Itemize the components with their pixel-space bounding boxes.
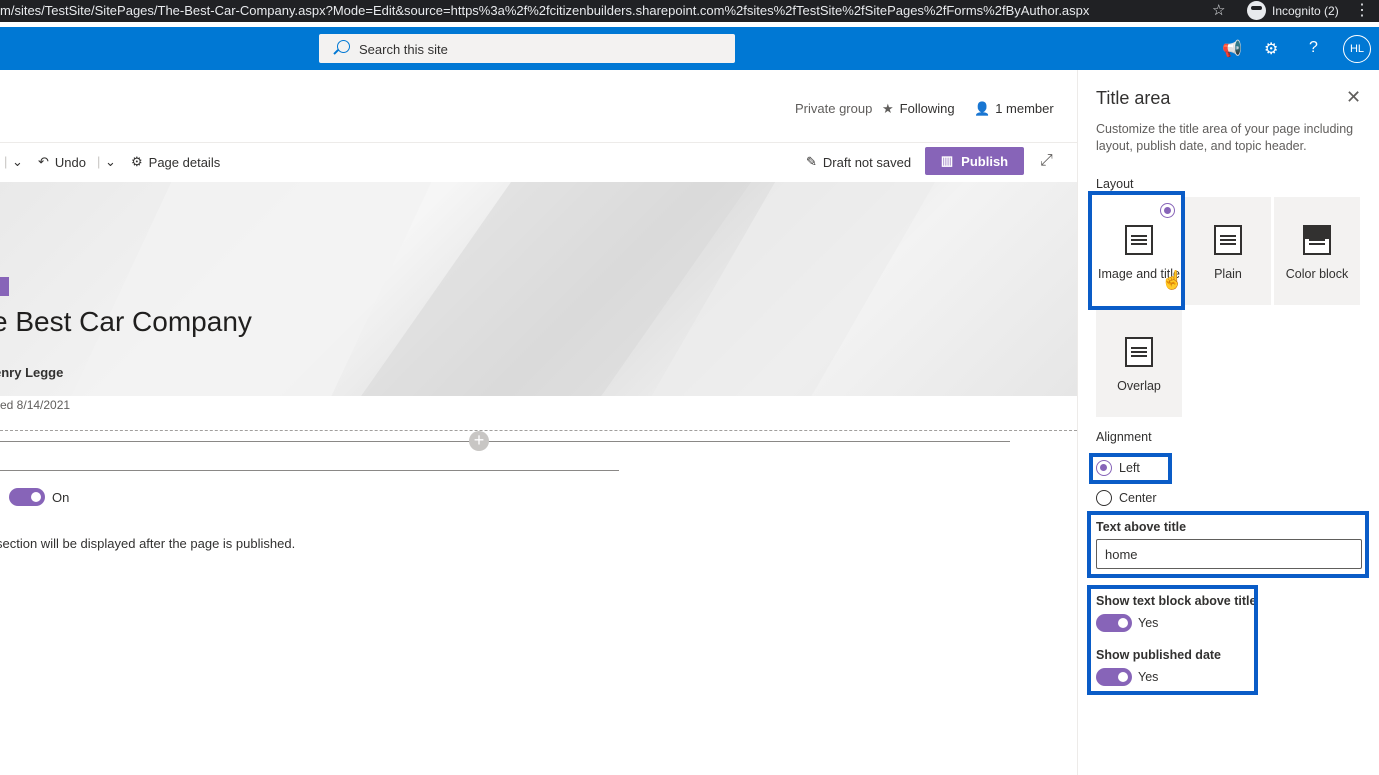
mouse-cursor-icon: ☝ xyxy=(1161,270,1184,290)
undo-label: Undo xyxy=(54,154,86,170)
panel-title: Title area xyxy=(1096,88,1171,108)
close-icon[interactable]: ✕ xyxy=(1346,87,1361,108)
highlight-box xyxy=(1089,453,1172,484)
group-type-label: Private group xyxy=(795,101,873,116)
highlight-box xyxy=(1087,585,1258,695)
page-title[interactable]: e Best Car Company xyxy=(0,306,252,338)
book-icon: ▥ xyxy=(940,153,954,168)
separator: | xyxy=(4,154,8,169)
gear-icon: ⚙ xyxy=(131,154,143,169)
alignment-label: Alignment xyxy=(1096,430,1152,444)
undo-icon: ↶ xyxy=(38,154,49,169)
page-details-button[interactable]: ⚙ Page details xyxy=(131,154,220,170)
undo-button[interactable]: ↶ Undo xyxy=(38,154,86,170)
layout-color-block-icon xyxy=(1303,225,1331,255)
page-details-label: Page details xyxy=(148,154,221,170)
author-name: enry Legge xyxy=(0,365,64,380)
megaphone-icon[interactable]: 📢 xyxy=(1222,39,1242,59)
topic-header-tag[interactable] xyxy=(0,277,9,296)
layout-overlap[interactable]: Overlap xyxy=(1096,309,1182,417)
search-placeholder: Search this site xyxy=(359,42,448,57)
highlight-box xyxy=(1087,511,1369,578)
layout-tile-label: Plain xyxy=(1214,267,1242,281)
chevron-down-icon[interactable]: ⌄ xyxy=(12,154,23,170)
layout-tile-label: Overlap xyxy=(1117,379,1161,393)
bookmark-star-icon[interactable]: ☆ xyxy=(1212,1,1225,19)
expand-icon[interactable]: ⤢ xyxy=(1040,152,1053,170)
publish-label: Publish xyxy=(961,153,1009,169)
gear-icon[interactable]: ⚙ xyxy=(1264,39,1278,59)
person-icon: 👤 xyxy=(974,101,991,116)
highlight-box xyxy=(1088,191,1185,310)
members-label: 1 member xyxy=(995,101,1054,116)
panel-description: Customize the title area of your page in… xyxy=(1096,122,1354,153)
layout-plain-icon xyxy=(1214,225,1242,255)
divider xyxy=(0,470,619,471)
layout-overlap-icon xyxy=(1125,337,1153,367)
add-section-button[interactable]: + xyxy=(469,431,489,451)
layout-color-block[interactable]: Color block xyxy=(1274,197,1360,305)
suite-bar: Search this site 📢 ⚙ ? HL xyxy=(0,27,1379,70)
comments-toggle[interactable] xyxy=(9,488,45,506)
publish-button[interactable]: ▥ Publish xyxy=(925,147,1024,175)
layout-tile-label: Color block xyxy=(1285,267,1349,281)
pencil-icon: ✎ xyxy=(806,154,817,169)
incognito-icon xyxy=(1247,1,1266,20)
incognito-label: Incognito (2) xyxy=(1272,3,1339,18)
divider xyxy=(0,441,1010,442)
saved-date: ved 8/14/2021 xyxy=(0,398,71,412)
search-box[interactable]: Search this site xyxy=(319,34,735,63)
section-note: section will be displayed after the page… xyxy=(0,536,296,551)
star-icon: ★ xyxy=(882,101,894,116)
help-icon[interactable]: ? xyxy=(1309,39,1318,57)
members-button[interactable]: 👤 1 member xyxy=(974,101,1054,117)
browser-menu-icon[interactable]: ⋮ xyxy=(1354,0,1370,20)
following-button[interactable]: ★ Following xyxy=(882,101,955,117)
url-text[interactable]: m/sites/TestSite/SitePages/The-Best-Car-… xyxy=(0,3,1089,18)
command-bar: | ⌄ ↶ Undo | ⌄ ⚙ Page details ✎ Draft no… xyxy=(0,142,1077,182)
alignment-center-radio[interactable] xyxy=(1096,490,1112,506)
hero-image[interactable] xyxy=(0,182,1077,396)
layout-plain[interactable]: Plain xyxy=(1185,197,1271,305)
section-boundary xyxy=(0,430,1077,431)
undo-dropdown-chevron-icon[interactable]: ⌄ xyxy=(105,154,116,170)
avatar[interactable]: HL xyxy=(1343,35,1371,63)
draft-status-label: Draft not saved xyxy=(822,154,912,170)
separator: | xyxy=(97,154,101,169)
search-icon xyxy=(337,40,350,53)
following-label: Following xyxy=(899,101,955,116)
draft-status: ✎ Draft not saved xyxy=(806,154,911,170)
incognito-indicator[interactable]: Incognito (2) xyxy=(1247,1,1339,20)
alignment-center-label: Center xyxy=(1119,491,1157,505)
layout-label: Layout xyxy=(1096,177,1134,191)
toggle-label: On xyxy=(52,490,70,505)
browser-address-bar: m/sites/TestSite/SitePages/The-Best-Car-… xyxy=(0,0,1379,22)
